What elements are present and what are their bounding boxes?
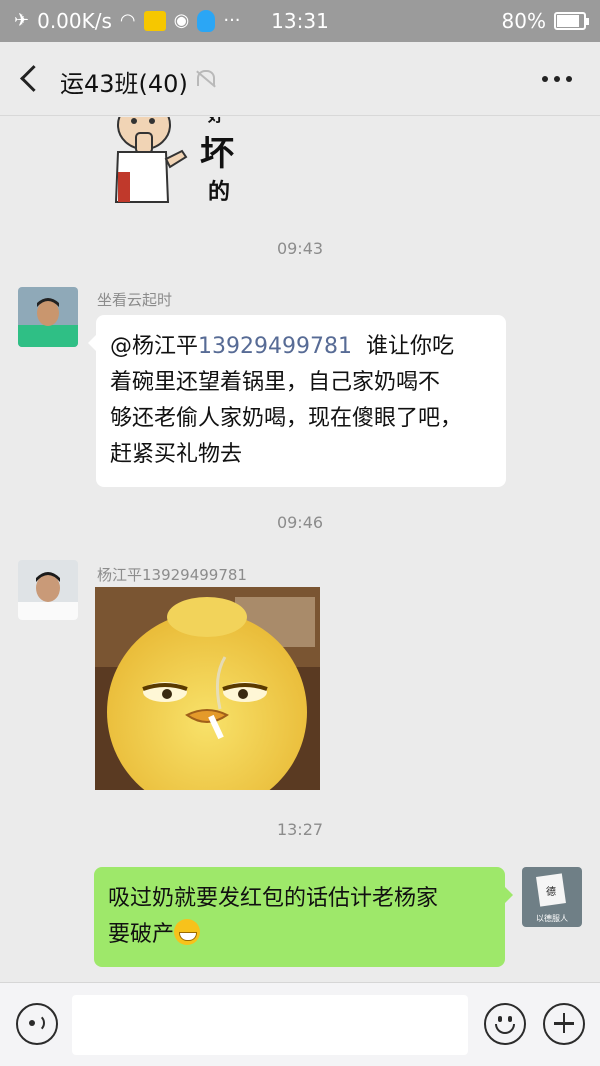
battery-icon bbox=[554, 12, 589, 30]
message-input[interactable] bbox=[72, 995, 468, 1055]
timestamp: 09:43 bbox=[276, 239, 324, 258]
sender-name: 杨江平13929499781 bbox=[97, 566, 247, 584]
message-text: 谁让你吃 bbox=[365, 334, 454, 359]
bell-muted-icon bbox=[195, 68, 215, 90]
avatar[interactable] bbox=[18, 287, 78, 347]
sender-name: 坐看云起时 bbox=[97, 291, 173, 309]
message-text: 赶紧买礼物去 bbox=[110, 442, 243, 467]
back-arrow-icon[interactable] bbox=[18, 64, 46, 94]
chat-title: 运43班(40) bbox=[60, 70, 188, 98]
message-bubble-self[interactable]: 吸过奶就要发红包的话估计老杨家 要破产 bbox=[94, 867, 513, 967]
phone-link[interactable]: 13929499781 bbox=[198, 334, 352, 359]
battery-percent: 80% bbox=[501, 9, 546, 33]
sticker-text-hao: 好 bbox=[207, 117, 224, 125]
plus-icon[interactable] bbox=[543, 1003, 585, 1045]
message-text: 吸过奶就要发红包的话估计老杨家 bbox=[108, 886, 439, 911]
mention[interactable]: @杨江平 bbox=[110, 334, 198, 359]
timestamp: 13:27 bbox=[276, 820, 324, 839]
voice-icon[interactable] bbox=[16, 1003, 58, 1045]
status-bar: ✈ 0.00K/s ◠ ◉ ··· 13:31 80% bbox=[0, 0, 600, 42]
message-text: 够还老偷人家奶喝，现在傻眼了吧， bbox=[110, 406, 463, 431]
input-bar bbox=[0, 982, 600, 1066]
message-text: 要破产 bbox=[108, 922, 175, 947]
chat-header: 运43班(40) bbox=[0, 42, 600, 116]
smile-icon[interactable] bbox=[484, 1003, 526, 1045]
message-text: 着碗里还望着锅里，自己家奶喝不 bbox=[110, 370, 441, 395]
avatar[interactable] bbox=[18, 560, 78, 620]
sticker-text-de: 的 bbox=[208, 179, 230, 205]
more-dots-icon[interactable] bbox=[542, 76, 572, 82]
message-bubble[interactable]: @杨江平13929499781 谁让你吃 着碗里还望着锅里，自己家奶喝不 够还老… bbox=[88, 315, 506, 487]
self-avatar-caption: 以德服人 bbox=[536, 913, 568, 923]
self-avatar[interactable]: 德 以德服人 bbox=[522, 867, 582, 927]
chick-image[interactable] bbox=[95, 587, 320, 790]
sticker-text-huai: 坏 bbox=[200, 134, 234, 174]
cartoon-sticker-image[interactable]: 好 坏 的 bbox=[96, 117, 256, 212]
grin-emoji-icon bbox=[174, 919, 201, 945]
timestamp: 09:46 bbox=[276, 513, 324, 532]
svg-text:德: 德 bbox=[546, 885, 556, 898]
message-list[interactable]: 好 坏 的 09:43 坐看云起时 @杨江平13929499781 谁让你吃 着… bbox=[0, 117, 600, 982]
